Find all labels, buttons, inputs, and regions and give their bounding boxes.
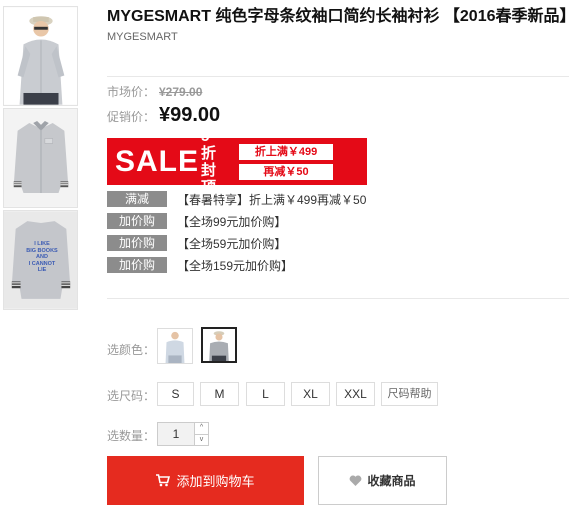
promotion-text: 【全场99元加价购】 <box>177 214 287 229</box>
thumbnail-list: I LIKE BIG BOOKS AND I CANNOT LIE <box>3 6 78 312</box>
quantity-label: 选数量： <box>107 429 156 443</box>
product-title: MYGESMART 纯色字母条纹袖口简约长袖衬衫 【2016春季新品】 <box>107 8 572 25</box>
divider <box>107 298 569 299</box>
size-help-button[interactable]: 尺码帮助 <box>381 382 438 406</box>
market-price-row: 市场价： ¥279.00 <box>107 83 202 100</box>
sale-condition-reduction: 再减￥50 <box>239 163 334 180</box>
add-to-cart-label: 添加到购物车 <box>176 474 255 489</box>
size-option-xl[interactable]: XL <box>291 382 330 406</box>
quantity-increase-button[interactable]: ^ <box>195 423 208 434</box>
color-swatch-light-image <box>158 329 192 363</box>
heart-icon <box>349 475 362 487</box>
promotion-text: 【春暑特享】折上满￥499再减￥50 <box>177 192 367 207</box>
favorite-label: 收藏商品 <box>367 474 416 488</box>
size-option-s[interactable]: S <box>157 382 194 406</box>
quantity-input[interactable]: 1 <box>158 423 194 445</box>
sale-price-value: ¥99.00 <box>159 104 221 126</box>
size-label: 选尺码： <box>107 389 156 403</box>
shirt-front-image <box>4 109 77 207</box>
promotion-tag: 加价购 <box>107 213 167 229</box>
sale-banner: SALE 5 折 封顶 折上满￥499 再减￥50 <box>107 128 367 196</box>
sale-discount-line1: 5 折 <box>201 127 217 162</box>
promotion-row: 加价购 【全场159元加价购】 <box>107 256 293 274</box>
divider <box>107 76 569 77</box>
promotion-text: 【全场159元加价购】 <box>177 258 294 273</box>
promotion-row: 加价购 【全场59元加价购】 <box>107 234 286 252</box>
promotion-row: 满减 【春暑特享】折上满￥499再减￥50 <box>107 190 366 208</box>
promotion-tag: 加价购 <box>107 235 167 251</box>
sale-condition-boxes: 折上满￥499 再减￥50 <box>239 143 334 180</box>
sale-price-row: 促销价： ¥99.00 <box>107 104 220 127</box>
size-option-xxl[interactable]: XXL <box>336 382 375 406</box>
market-price-value: ¥279.00 <box>159 85 203 99</box>
sale-word: SALE <box>115 144 200 178</box>
market-price-label: 市场价： <box>107 85 156 99</box>
thumbnail-shirt-front[interactable] <box>3 108 78 208</box>
color-swatch-grey-image <box>203 329 235 361</box>
thumbnail-shirt-back[interactable]: I LIKE BIG BOOKS AND I CANNOT LIE <box>3 210 78 310</box>
color-swatch-grey[interactable] <box>201 327 237 363</box>
add-to-cart-button[interactable]: 添加到购物车 <box>107 456 304 505</box>
sale-discount: 5 折 封顶 <box>201 128 227 196</box>
model-front-image <box>4 7 77 105</box>
color-swatch-light[interactable] <box>157 328 193 364</box>
cart-icon <box>156 474 171 487</box>
promotion-tag: 满减 <box>107 191 167 207</box>
quantity-stepper: 1 ^ v <box>157 422 209 446</box>
promotion-row: 加价购 【全场99元加价购】 <box>107 212 286 230</box>
quantity-decrease-button[interactable]: v <box>195 433 208 446</box>
product-brand: MYGESMART <box>107 31 178 43</box>
quantity-steps: ^ v <box>194 423 208 445</box>
product-info: MYGESMART 纯色字母条纹袖口简约长袖衬衫 【2016春季新品】 MYGE… <box>107 6 572 43</box>
promotion-tag: 加价购 <box>107 257 167 273</box>
color-label: 选颜色： <box>107 343 156 357</box>
sale-condition-threshold: 折上满￥499 <box>239 143 334 160</box>
thumbnail-model-front[interactable] <box>3 6 78 106</box>
size-option-l[interactable]: L <box>246 382 285 406</box>
sale-price-label: 促销价： <box>107 110 156 124</box>
size-option-m[interactable]: M <box>200 382 239 406</box>
favorite-button[interactable]: 收藏商品 <box>318 456 447 505</box>
promotion-text: 【全场59元加价购】 <box>177 236 287 251</box>
shirt-back-print-text: I LIKE BIG BOOKS AND I CANNOT LIE <box>26 241 58 273</box>
